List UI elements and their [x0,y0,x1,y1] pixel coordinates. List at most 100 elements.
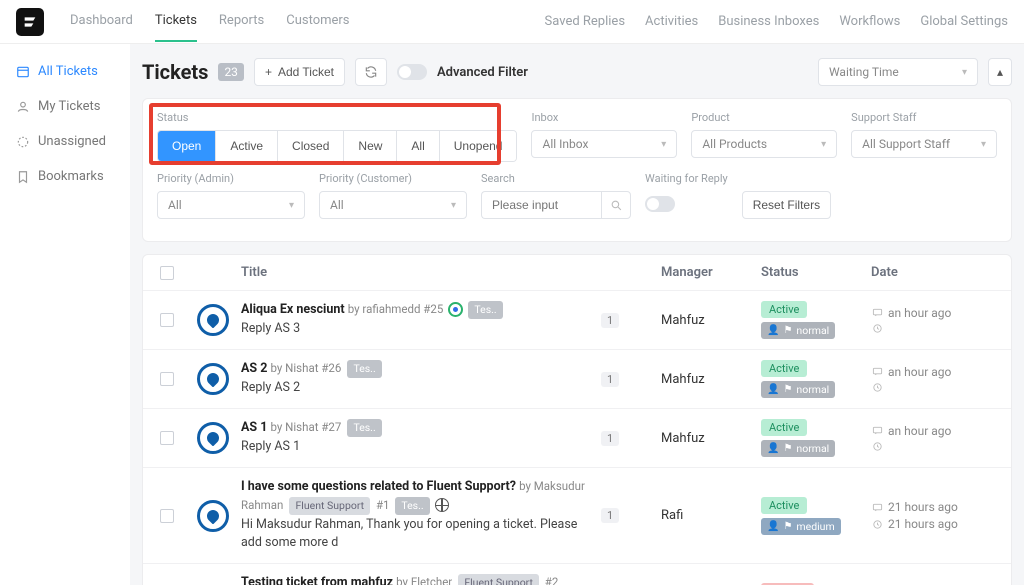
bookmark-icon [16,170,30,184]
search-icon [610,199,623,212]
table-row[interactable]: I have some questions related to Fluent … [143,468,1011,564]
sort-direction-button[interactable]: ▴ [988,58,1012,86]
nav-reports[interactable]: Reports [219,1,264,42]
status-option-open[interactable]: Open [158,131,216,161]
priority-badge: 👤⚑ medium [761,518,841,535]
user-icon [16,100,30,114]
sidebar-item-all-tickets[interactable]: All Tickets [8,56,122,87]
row-checkbox[interactable] [160,431,174,445]
product-select[interactable]: All Products▾ [691,130,837,158]
nav-saved-replies[interactable]: Saved Replies [545,14,626,29]
status-ring-icon [448,302,463,317]
advanced-filter-toggle[interactable] [397,64,427,80]
select-all-checkbox[interactable] [160,266,174,280]
tag: Tes.. [468,301,502,319]
row-checkbox[interactable] [160,313,174,327]
ticket-title: Aliqua Ex nesciunt [241,302,345,317]
table-row[interactable]: Aliqua Ex nesciunt by rafiahmedd #25 Tes… [143,291,1011,350]
chevron-down-icon: ▾ [661,139,666,150]
refresh-button[interactable] [355,58,387,86]
product-tag: Fluent Support [289,497,370,515]
message-icon [871,307,883,319]
priority-badge: 👤⚑ normal [761,440,835,457]
globe-icon [435,498,449,512]
caret-up-icon: ▴ [997,65,1003,79]
sidebar: All Tickets My Tickets Unassigned Bookma… [0,44,130,585]
chevron-down-icon: ▾ [962,67,967,78]
tag: Tes.. [347,419,381,437]
status-option-active[interactable]: Active [216,131,278,161]
chevron-down-icon: ▾ [451,200,456,211]
flag-icon: ⚑ [783,325,792,336]
sidebar-item-label: My Tickets [38,99,101,114]
nav-dashboard[interactable]: Dashboard [70,1,133,42]
status-option-all[interactable]: All [397,131,439,161]
status-option-new[interactable]: New [344,131,397,161]
filter-label: Priority (Admin) [157,172,305,185]
thread-count: 1 [601,508,619,523]
ticket-count-badge: 23 [218,63,244,81]
message-icon [871,366,883,378]
sidebar-item-my-tickets[interactable]: My Tickets [8,91,122,122]
reset-filters-button[interactable]: Reset Filters [742,191,831,219]
search-input[interactable] [481,191,601,219]
manager: Mahfuz [661,313,761,328]
status-badge: Active [761,497,807,514]
message-icon [871,425,883,437]
nav-customers[interactable]: Customers [286,1,349,42]
filter-label: Support Staff [851,111,997,124]
refresh-icon [364,65,378,79]
nav-business-inboxes[interactable]: Business Inboxes [718,14,819,29]
ticket-reply: Reply AS 1 [241,438,601,457]
ticket-reply: Reply AS 3 [241,320,601,339]
filter-label: Status [157,111,517,124]
staff-select[interactable]: All Support Staff▾ [851,130,997,158]
row-checkbox[interactable] [160,509,174,523]
user-small-icon: 👤 [767,443,779,454]
ticket-title: Testing ticket from mahfuz [241,575,393,585]
avatar [197,422,229,454]
filter-label: Search [481,172,631,185]
nav-tickets[interactable]: Tickets [155,1,197,42]
flag-icon: ⚑ [783,521,792,532]
table-row[interactable]: AS 1 by Nishat #27 Tes..Reply AS 11Mahfu… [143,409,1011,468]
table-row[interactable]: Testing ticket from mahfuz by Fletcher F… [143,564,1011,585]
priority-badge: 👤⚑ normal [761,322,835,339]
search-button[interactable] [601,191,631,219]
status-option-closed[interactable]: Closed [278,131,344,161]
created-time: an hour ago [888,306,951,320]
sidebar-item-bookmarks[interactable]: Bookmarks [8,161,122,192]
sidebar-item-unassigned[interactable]: Unassigned [8,126,122,157]
priority-customer-select[interactable]: All▾ [319,191,467,219]
status-segmented: Open Active Closed New All Unopend [157,130,517,162]
chevron-down-icon: ▾ [289,200,294,211]
primary-nav: Dashboard Tickets Reports Customers [70,1,545,42]
tag: Tes.. [395,497,429,515]
table-row[interactable]: AS 2 by Nishat #26 Tes..Reply AS 21Mahfu… [143,350,1011,409]
nav-activities[interactable]: Activities [645,14,698,29]
ticket-by: by Fletcher [396,575,452,585]
status-option-unopend[interactable]: Unopend [440,131,517,161]
status-badge: Active [761,301,807,318]
nav-global-settings[interactable]: Global Settings [920,14,1008,29]
col-date: Date [871,265,1001,280]
priority-admin-select[interactable]: All▾ [157,191,305,219]
thread-count: 1 [601,372,619,387]
manager: Mahfuz [661,372,761,387]
flag-icon: ⚑ [783,384,792,395]
flag-icon: ⚑ [783,443,792,454]
row-checkbox[interactable] [160,372,174,386]
logo [16,8,44,36]
nav-workflows[interactable]: Workflows [839,14,900,29]
sort-select[interactable]: Waiting Time ▾ [818,58,978,86]
chevron-down-icon: ▾ [821,139,826,150]
user-small-icon: 👤 [767,521,779,532]
user-small-icon: 👤 [767,325,779,336]
clock-icon [871,518,883,530]
add-ticket-button[interactable]: + Add Ticket [254,58,345,86]
message-icon [871,501,883,513]
plus-icon: + [265,65,272,79]
inbox-select[interactable]: All Inbox▾ [531,130,677,158]
waiting-toggle[interactable] [645,196,675,212]
clock-icon [871,382,883,394]
